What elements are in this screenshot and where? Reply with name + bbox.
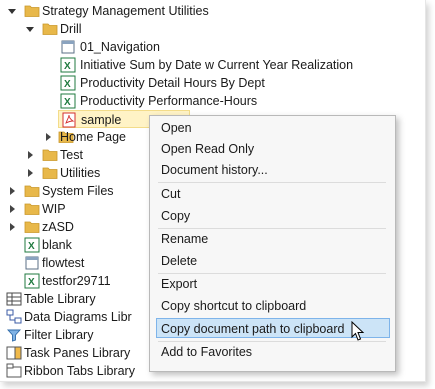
- menu-item-label: Open: [161, 121, 192, 135]
- menu-item-label: Copy shortcut to clipboard: [161, 299, 307, 313]
- folder-icon: [24, 185, 40, 197]
- data-diagrams-icon: [6, 309, 22, 324]
- svg-text:X: X: [28, 241, 35, 252]
- menu-item-rename[interactable]: Rename: [160, 229, 389, 249]
- menu-item-open[interactable]: Open: [160, 118, 389, 138]
- mouse-cursor-icon: [351, 321, 365, 341]
- chevron-right-icon[interactable]: [26, 164, 36, 182]
- pdf-icon: [62, 112, 76, 128]
- menu-item-delete[interactable]: Delete: [160, 251, 389, 271]
- tree-item-label: Ribbon Tabs Library: [24, 364, 135, 378]
- menu-item-export[interactable]: Export: [160, 274, 389, 294]
- tree-item-label: Task Panes Library: [24, 346, 131, 360]
- menu-item-copy-shortcut[interactable]: Copy shortcut to clipboard: [160, 296, 389, 316]
- chevron-down-icon[interactable]: [8, 2, 18, 20]
- page-icon: [61, 40, 75, 54]
- folder-icon: [42, 149, 58, 161]
- folder-icon: [24, 221, 40, 233]
- menu-item-add-to-favorites[interactable]: Add to Favorites: [160, 342, 389, 362]
- menu-item-open-read-only[interactable]: Open Read Only: [160, 139, 389, 159]
- tree-item-label: zASD: [42, 220, 74, 234]
- svg-text:X: X: [64, 97, 71, 108]
- menu-item-document-history[interactable]: Document history...: [160, 160, 389, 180]
- library-tree-panel: Strategy Management Utilities Drill 01_N…: [0, 0, 426, 382]
- tree-item-label: testfor29711: [42, 274, 111, 288]
- excel-icon: X: [24, 237, 40, 253]
- chevron-down-icon[interactable]: [26, 20, 36, 38]
- tree-item-label: Data Diagrams Libr: [24, 310, 132, 324]
- table-library-icon: [6, 292, 22, 306]
- tree-item-label: Test: [60, 148, 83, 162]
- chevron-right-icon[interactable]: [8, 200, 18, 218]
- tree-item-label: Home Page: [60, 130, 127, 144]
- menu-item-label: Add to Favorites: [161, 345, 253, 359]
- chevron-right-icon[interactable]: [8, 182, 18, 200]
- tree-item-label: sample: [81, 113, 122, 127]
- tree-item-label: Productivity Performance-Hours: [80, 94, 258, 108]
- tree-item-label: 01_Navigation: [80, 40, 160, 54]
- menu-item-label: Document history...: [161, 163, 268, 177]
- menu-item-label: Export: [161, 277, 198, 291]
- ribbon-tabs-icon: [6, 363, 22, 378]
- tree-item-label: Initiative Sum by Date w Current Year Re…: [80, 58, 354, 72]
- excel-icon: X: [60, 57, 76, 73]
- tree-item-label: blank: [42, 238, 72, 252]
- tree-item-label: Drill: [60, 22, 82, 36]
- tree-item-label: WIP: [42, 202, 66, 216]
- context-menu: Open Open Read Only Document history... …: [149, 115, 396, 372]
- tree-item-label: Utilities: [60, 166, 101, 180]
- chevron-right-icon[interactable]: [26, 146, 36, 164]
- menu-item-cut[interactable]: Cut: [160, 184, 389, 204]
- tree-item-label: Productivity Detail Hours By Dept: [80, 76, 265, 90]
- menu-separator: [158, 182, 386, 183]
- menu-item-label: Rename: [161, 232, 209, 246]
- task-panes-icon: [6, 346, 22, 360]
- chevron-right-icon[interactable]: [8, 218, 18, 236]
- page-icon: [25, 256, 39, 270]
- folder-icon: [42, 167, 58, 179]
- folder-icon: [24, 203, 40, 215]
- excel-icon: X: [60, 93, 76, 109]
- svg-text:X: X: [28, 277, 35, 288]
- tree-item-label: Strategy Management Utilities: [42, 4, 209, 18]
- excel-icon: X: [60, 75, 76, 91]
- svg-text:X: X: [64, 79, 71, 90]
- excel-icon: X: [24, 273, 40, 289]
- chevron-right-icon[interactable]: [44, 128, 54, 146]
- menu-item-label: Cut: [161, 187, 181, 201]
- tree-item-label: Filter Library: [24, 328, 94, 342]
- menu-item-label: Copy: [161, 209, 191, 223]
- folder-icon: [24, 5, 40, 17]
- filter-icon: [6, 329, 22, 342]
- tree-item-label: System Files: [42, 184, 114, 198]
- menu-item-label: Delete: [161, 254, 198, 268]
- menu-item-label: Open Read Only: [161, 142, 255, 156]
- menu-item-copy[interactable]: Copy: [160, 206, 389, 226]
- folder-icon: [42, 23, 58, 35]
- svg-text:X: X: [64, 61, 71, 72]
- tree-item-label: Table Library: [24, 292, 96, 306]
- menu-item-label: Copy document path to clipboard: [161, 322, 345, 336]
- tree-item-label: flowtest: [42, 256, 85, 270]
